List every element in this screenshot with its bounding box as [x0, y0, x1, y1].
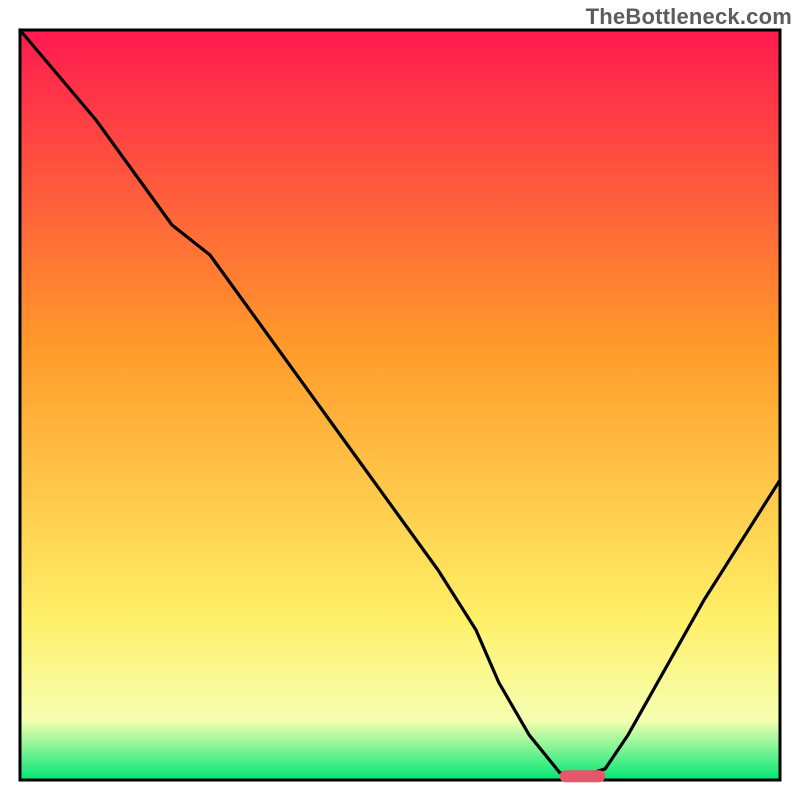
- plot-area: [20, 30, 780, 782]
- optimum-marker: [560, 770, 606, 782]
- bottleneck-chart: [0, 0, 800, 800]
- chart-container: TheBottleneck.com: [0, 0, 800, 800]
